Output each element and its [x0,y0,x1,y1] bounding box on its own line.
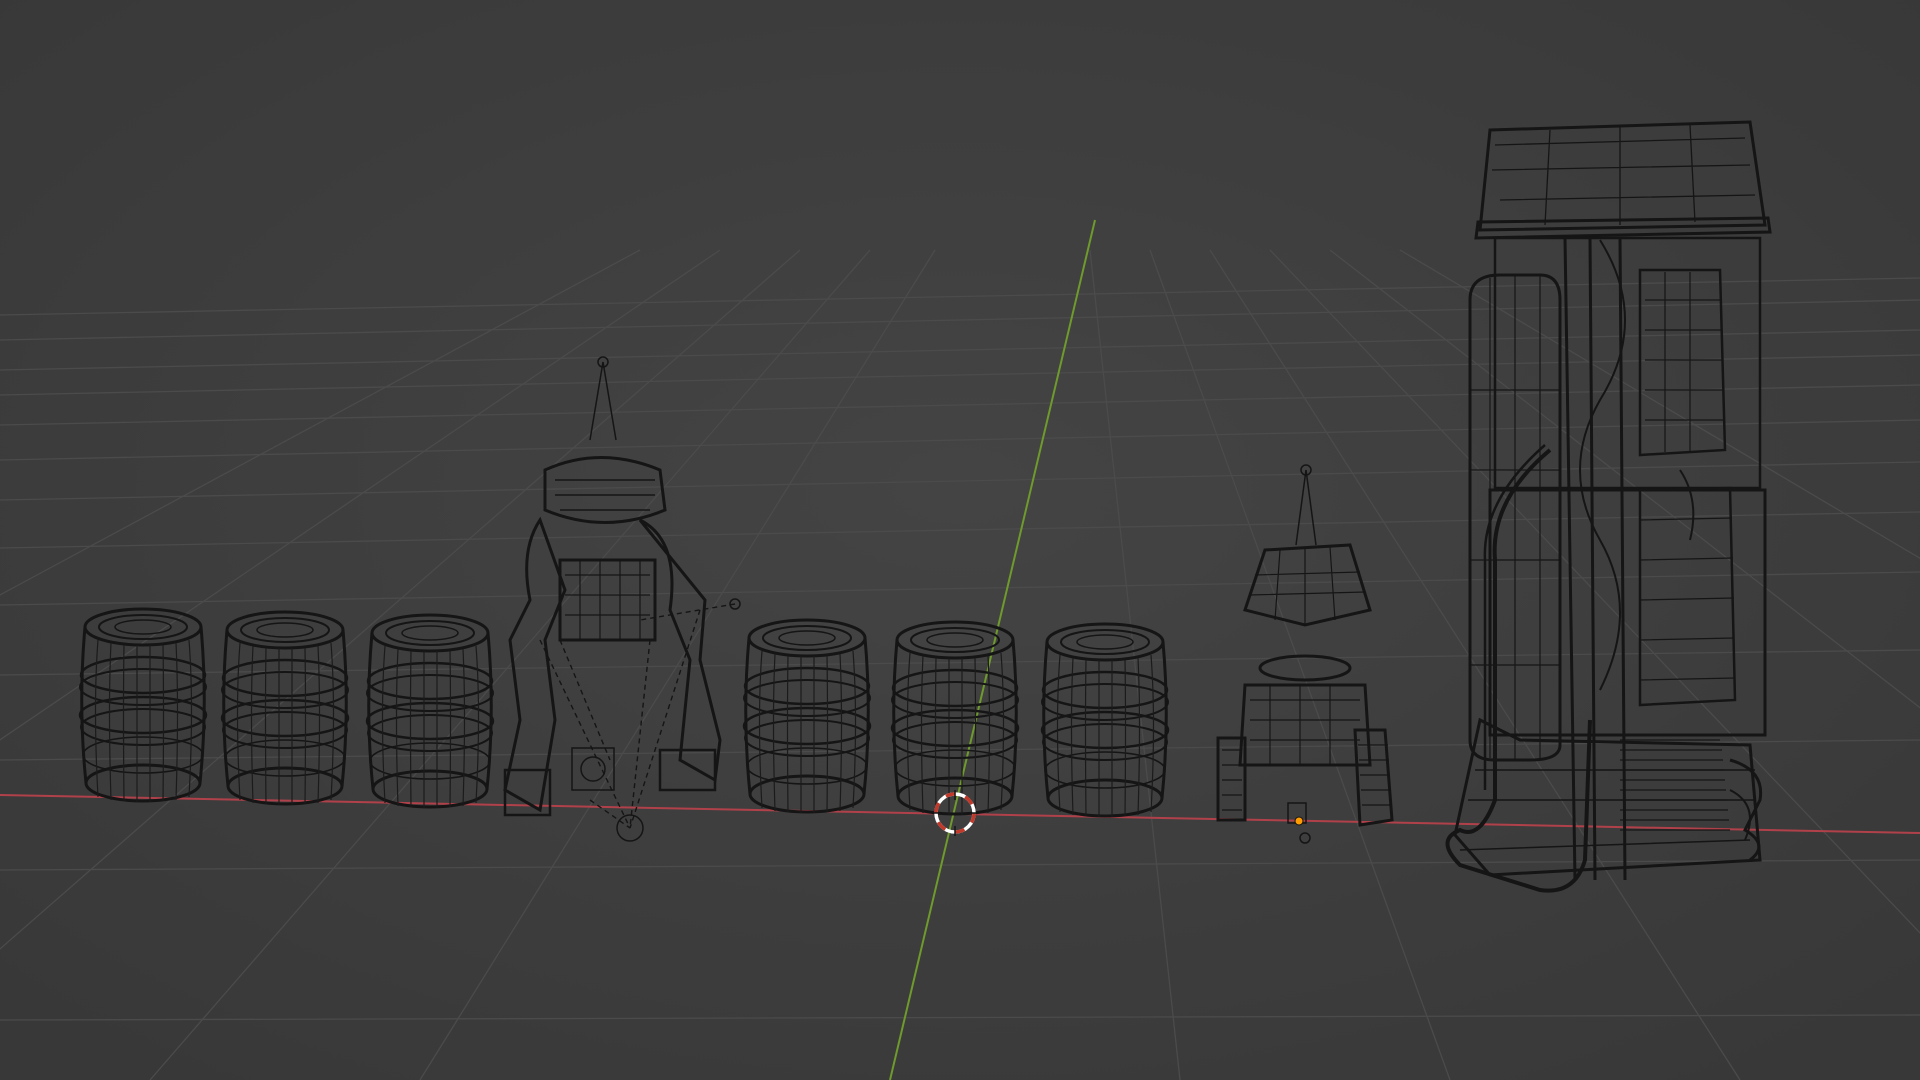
object-origin-dot [1294,816,1304,826]
3d-viewport[interactable] [0,0,1920,1080]
viewport-background [0,0,1920,1080]
